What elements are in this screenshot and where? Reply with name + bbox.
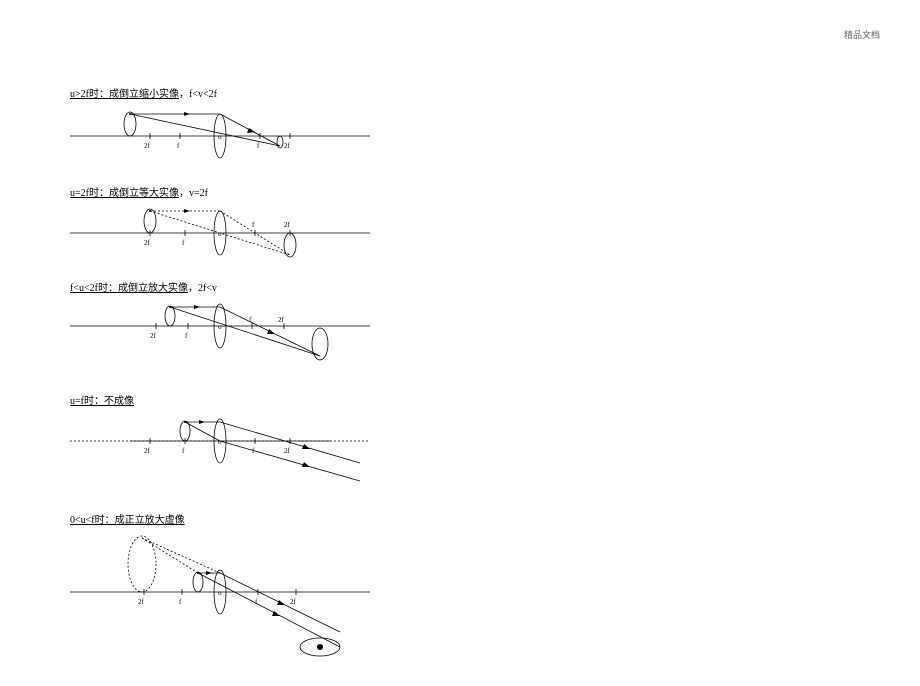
svg-text:f: f [182, 239, 185, 247]
case-3-title: f<u<2f时：成倒立放大实像，2f<v [70, 279, 410, 294]
case-5-diagram: o f 2f f 2f [70, 532, 370, 662]
case-1: u>2f时：成倒立缩小实像，f<v<2f o f 2f f 2f [70, 85, 410, 166]
case-4-diagram: o f 2f f 2f [70, 413, 370, 483]
svg-text:f: f [255, 598, 258, 606]
eye-icon [300, 638, 340, 656]
svg-text:2f: 2f [284, 447, 291, 455]
svg-text:f: f [179, 598, 182, 606]
svg-text:2f: 2f [144, 239, 151, 247]
svg-text:f: f [185, 332, 188, 340]
case-1-title: u>2f时：成倒立缩小实像，f<v<2f [70, 85, 410, 100]
svg-text:2f: 2f [150, 332, 157, 340]
case-2: u=2f时：成倒立等大实像，v=2f o f 2f f 2f [70, 184, 410, 261]
case-5: 0<u<f时：成正立放大虚像 o f 2f f 2f [70, 511, 410, 662]
svg-text:o: o [218, 230, 222, 238]
case-4-title: u=f时：不成像 [70, 392, 410, 407]
watermark: 精品文档 [844, 28, 880, 41]
svg-text:f: f [252, 221, 255, 229]
svg-text:f: f [257, 142, 260, 150]
case-2-title: u=2f时：成倒立等大实像，v=2f [70, 184, 410, 199]
case-1-diagram: o f 2f f 2f [70, 106, 370, 166]
svg-text:o: o [218, 589, 222, 597]
svg-text:f: f [182, 447, 185, 455]
case-3-diagram: o f 2f f 2f [70, 300, 370, 364]
case-3: f<u<2f时：成倒立放大实像，2f<v o f 2f f 2f [70, 279, 410, 364]
svg-text:2f: 2f [144, 447, 151, 455]
svg-text:2f: 2f [138, 598, 145, 606]
svg-text:2f: 2f [278, 316, 285, 324]
case-5-title: 0<u<f时：成正立放大虚像 [70, 511, 410, 526]
case-4: u=f时：不成像 o f 2f f 2f [70, 392, 410, 483]
svg-text:o: o [218, 438, 222, 446]
svg-text:2f: 2f [144, 142, 151, 150]
case-2-diagram: o f 2f f 2f [70, 205, 370, 261]
svg-text:2f: 2f [290, 598, 297, 606]
svg-text:2f: 2f [284, 221, 291, 229]
svg-text:2f: 2f [284, 142, 291, 150]
svg-text:f: f [177, 142, 180, 150]
diagram-content: u>2f时：成倒立缩小实像，f<v<2f o f 2f f 2f [70, 85, 410, 680]
svg-text:o: o [218, 133, 222, 141]
